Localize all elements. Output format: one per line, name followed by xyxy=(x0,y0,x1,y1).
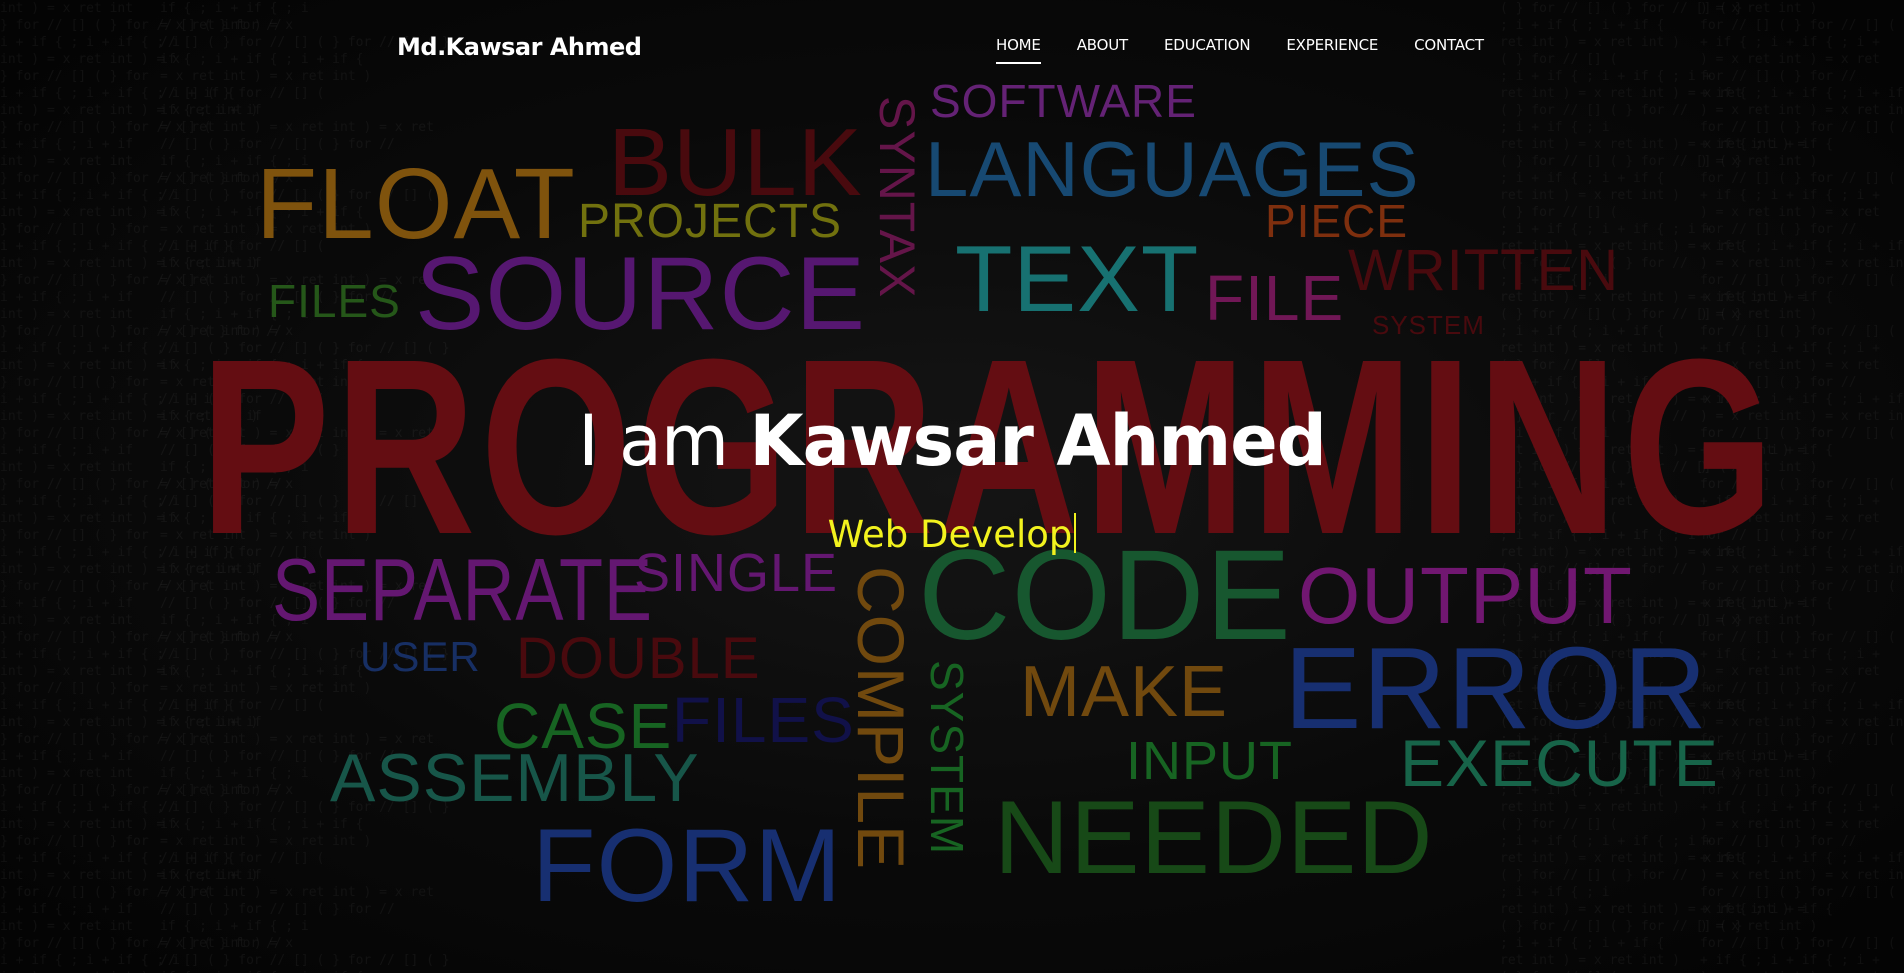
nav-item-education[interactable]: EDUCATION xyxy=(1164,36,1251,64)
nav-item-about[interactable]: ABOUT xyxy=(1077,36,1128,64)
dark-overlay xyxy=(0,0,1904,973)
brand-logo[interactable]: Md.Kawsar Ahmed xyxy=(397,33,642,61)
nav-item-home[interactable]: HOME xyxy=(996,36,1041,64)
typed-subtitle: Web Develop xyxy=(0,513,1904,556)
hero-name: Kawsar Ahmed xyxy=(749,400,1326,482)
hero-greeting: I am xyxy=(578,400,729,482)
typed-text: Web Develop xyxy=(827,513,1073,556)
hero-section: int ) = x ret int } for // [] ( } for //… xyxy=(0,0,1904,973)
nav-item-experience[interactable]: EXPERIENCE xyxy=(1286,36,1378,64)
navbar: Md.Kawsar Ahmed HOME ABOUT EDUCATION EXP… xyxy=(0,0,1904,95)
nav-item-contact[interactable]: CONTACT xyxy=(1414,36,1484,64)
hero-headline: I am Kawsar Ahmed xyxy=(0,400,1904,482)
nav-menu: HOME ABOUT EDUCATION EXPERIENCE CONTACT xyxy=(996,36,1520,64)
typing-cursor xyxy=(1074,513,1077,553)
